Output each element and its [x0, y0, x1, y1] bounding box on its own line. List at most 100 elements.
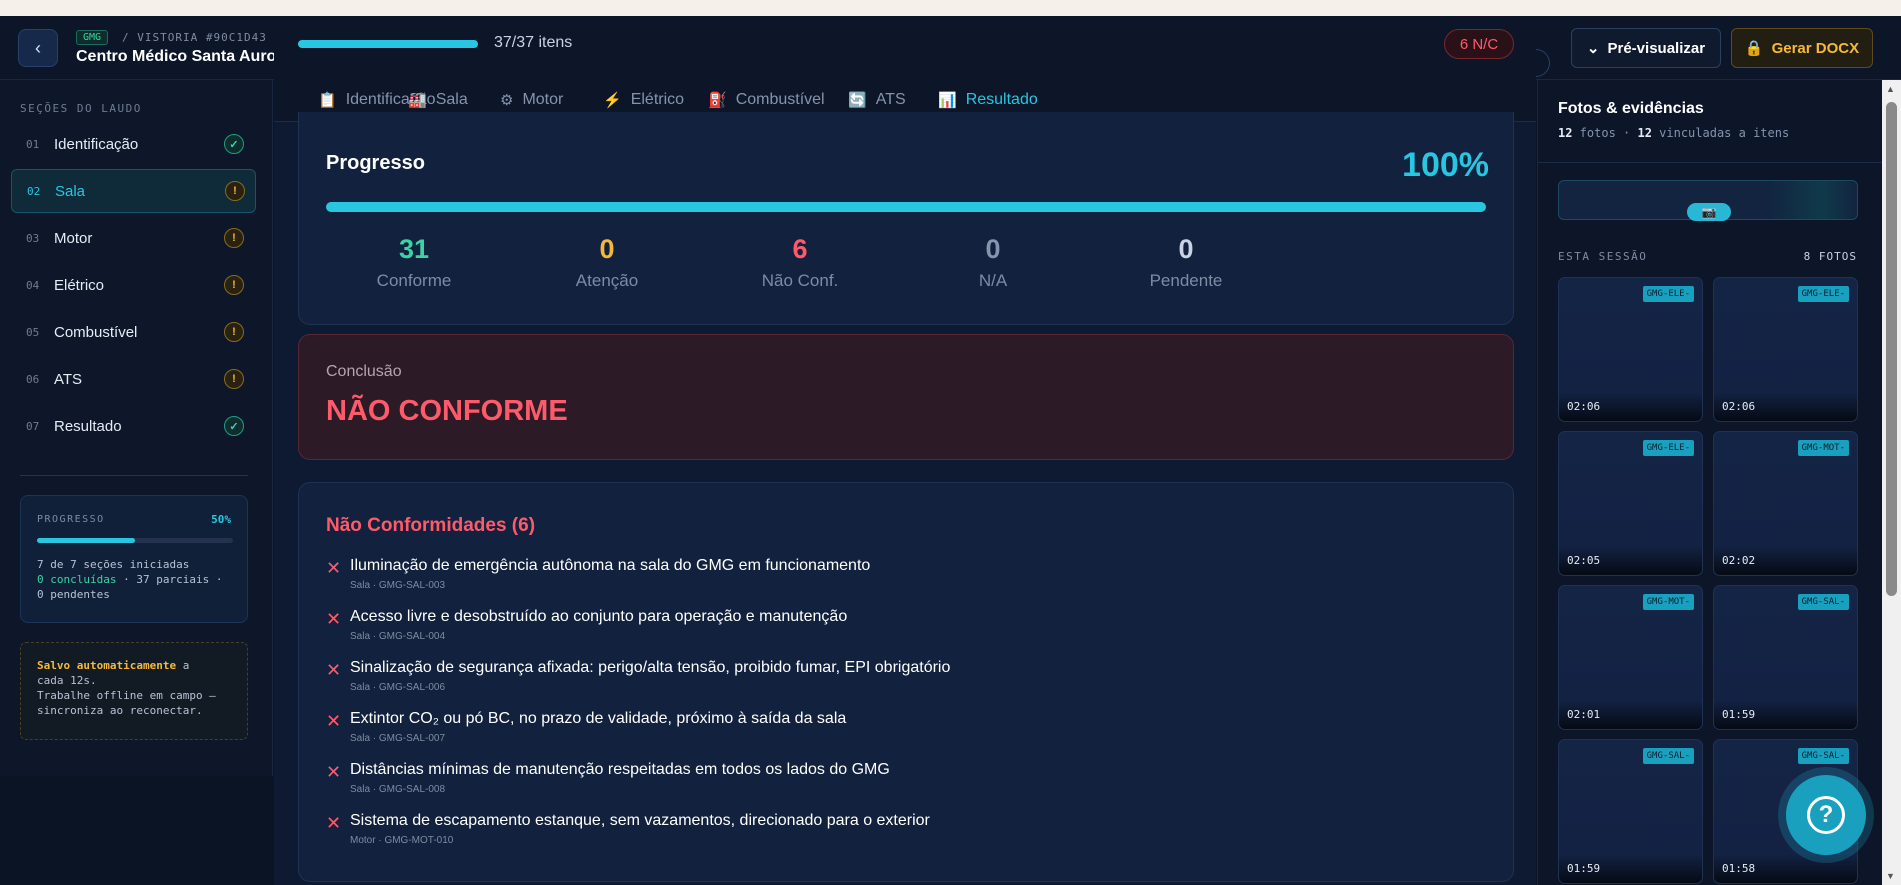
- sidebar-item-resultado[interactable]: 07 Resultado ✓: [11, 404, 256, 448]
- sidebar-item-eletrico[interactable]: 04 Elétrico!: [11, 263, 256, 307]
- tab-label: Motor: [522, 91, 564, 108]
- sidebar-item-identificacao[interactable]: 01 Identificação ✓: [11, 122, 256, 166]
- help-button[interactable]: ?: [1786, 775, 1866, 855]
- tab-icon: 🏭: [408, 92, 427, 109]
- items-progress-text: 37/37 itens: [494, 34, 573, 51]
- preview-button[interactable]: ⌄ Pré-visualizar: [1571, 28, 1721, 68]
- back-button[interactable]: ‹: [18, 29, 58, 67]
- stat-value: 31: [398, 234, 430, 264]
- photo-thumbnail[interactable]: GMG-MOT- 02:01: [1558, 585, 1703, 730]
- progress-card: PROGRESSO 50% 7 de 7 seções iniciadas 0 …: [20, 495, 248, 623]
- nonconformity-text: Iluminação de emergência autônoma na sal…: [350, 557, 871, 574]
- sidebar-item-number: 01: [26, 137, 40, 151]
- photo-thumbnail[interactable]: GMG-ELE- 02:06: [1713, 277, 1858, 422]
- generate-docx-button[interactable]: 🔒 Gerar DOCX: [1731, 28, 1873, 68]
- sidebar-item-number: 03: [26, 231, 40, 245]
- photo-tag: GMG-ELE-: [1642, 286, 1694, 302]
- tab-label: Resultado: [965, 91, 1038, 108]
- stat-value: 6: [792, 234, 808, 264]
- sidebar-item-combustivel[interactable]: 05 Combustível!: [11, 310, 256, 354]
- nonconformity-text: Sinalização de segurança afixada: perigo…: [350, 659, 951, 676]
- progress-bar-fill: [37, 538, 135, 543]
- result-panel: 37/37 itens 6 N/C 📋 Identificação 🏭 Sala ⚙ Mo…: [274, 16, 1536, 885]
- autosave-card: Salvo automaticamente a cada 12s. Trabal…: [20, 642, 248, 740]
- autosave-rest: a: [176, 659, 190, 672]
- nonconformity-item[interactable]: ✕ Acesso livre e desobstruído ao conjunto…: [326, 608, 1486, 652]
- sidebar-item-label: Identificação: [54, 135, 139, 153]
- sidebar-item-label: Resultado: [54, 417, 122, 435]
- photo-tag: GMG-ELE-: [1642, 440, 1694, 456]
- scroll-down-icon[interactable]: ▼: [1886, 871, 1895, 881]
- progress-sections-started: 7 de 7 seções iniciadas: [37, 558, 190, 571]
- nonconformity-ref: Sala · GMG-SAL-003: [350, 580, 446, 591]
- progress-pending: 0 pendentes: [37, 588, 110, 601]
- photo-thumbnail[interactable]: GMG-SAL- 01:59: [1558, 739, 1703, 884]
- nonconformity-item[interactable]: ✕ Iluminação de emergência autônoma na sa…: [326, 557, 1486, 601]
- add-photo-button[interactable]: 📷: [1558, 180, 1858, 221]
- divider: [20, 475, 248, 476]
- autosave-strong: Salvo automaticamente: [37, 659, 177, 672]
- nonconformity-item[interactable]: ✕ Sinalização de segurança afixada: perig…: [326, 659, 1486, 703]
- progress-summary-card: Progresso 100% 31 Conforme 0 Atenção 6 Não Co…: [298, 112, 1514, 325]
- nonconformity-text: Distâncias mínimas de manutenção respeit…: [350, 761, 890, 778]
- stat-label: Atenção: [575, 271, 639, 290]
- tab-label: Combustível: [735, 91, 825, 108]
- progress-percent: 100%: [1402, 146, 1489, 184]
- close-icon: ✕: [326, 558, 342, 578]
- photo-tag: GMG-ELE-: [1797, 286, 1849, 302]
- photo-thumbnail[interactable]: GMG-ELE- 02:05: [1558, 431, 1703, 576]
- stat-label: Conforme: [376, 271, 452, 290]
- nonconformity-item[interactable]: ✕ Sistema de escapamento estanque, sem va…: [326, 812, 1486, 856]
- camera-icon[interactable]: 📷: [1687, 203, 1731, 221]
- photo-time: 02:06: [1722, 400, 1756, 413]
- tab-label: ATS: [875, 91, 906, 108]
- chevron-down-icon: ⌄: [1586, 40, 1600, 57]
- conclusion-label: Conclusão: [326, 363, 402, 380]
- autosave-line-2: cada 12s.: [37, 674, 97, 687]
- scroll-up-icon[interactable]: ▲: [1886, 84, 1895, 94]
- sidebar-item-label: Elétrico: [54, 276, 105, 294]
- stat-0: 31 Conforme: [314, 234, 514, 291]
- autosave-line-1: Salvo automaticamente a: [37, 659, 189, 672]
- photo-tag: GMG-SAL-: [1642, 748, 1694, 764]
- nc-count-badge[interactable]: 6 N/C: [1444, 29, 1514, 59]
- nonconformity-item[interactable]: ✕ Distâncias mínimas de manutenção respei…: [326, 761, 1486, 805]
- stat-3: 0 N/A: [893, 234, 1093, 291]
- nonconformity-item[interactable]: ✕ Extintor CO₂ ou pó BC, no prazo de vali…: [326, 710, 1486, 754]
- close-icon: ✕: [326, 813, 342, 833]
- sidebar-item-sala[interactable]: 02 Sala!: [11, 169, 256, 213]
- close-icon: ✕: [326, 660, 342, 680]
- photo-time: 01:59: [1567, 862, 1601, 875]
- divider: [1538, 162, 1883, 163]
- docx-label: Gerar DOCX: [1771, 39, 1860, 57]
- sidebar-item-motor[interactable]: 03 Motor!: [11, 216, 256, 260]
- photo-count-label: fotos ·: [1572, 126, 1638, 140]
- progress-card-percent: 50%: [211, 513, 231, 526]
- autosave-line-4: sincroniza ao reconectar.: [37, 704, 203, 717]
- linked-count: 12: [1637, 126, 1652, 140]
- sidebar-item-number: 06: [26, 372, 40, 386]
- sidebar-item-ats[interactable]: 06 ATS!: [11, 357, 256, 401]
- warning-icon: !: [225, 181, 245, 201]
- photo-thumbnail[interactable]: GMG-MOT- 02:02: [1713, 431, 1858, 576]
- tab-icon: 📊: [938, 92, 957, 109]
- scrollbar[interactable]: ▲ ▼: [1882, 80, 1901, 885]
- photo-thumbnail[interactable]: GMG-ELE- 02:06: [1558, 277, 1703, 422]
- check-icon: ✓: [224, 134, 244, 154]
- tab-label: Elétrico: [630, 91, 685, 108]
- photo-thumbnail[interactable]: GMG-SAL- 01:59: [1713, 585, 1858, 730]
- photo-tag: GMG-SAL-: [1797, 594, 1849, 610]
- tab-icon: 🔄: [848, 92, 867, 109]
- sidebar-item-label: Motor: [54, 229, 93, 247]
- browser-strip: [0, 0, 1901, 16]
- photo-tag: GMG-MOT-: [1642, 594, 1694, 610]
- stat-value: 0: [1178, 234, 1194, 264]
- photo-time: 01:58: [1722, 862, 1756, 875]
- photos-title: Fotos & evidências: [1558, 100, 1704, 117]
- sidebar-item-label: Sala: [55, 182, 86, 200]
- photo-count: 12: [1558, 126, 1573, 140]
- scrollbar-thumb[interactable]: [1886, 102, 1897, 596]
- tab-icon: ⚙: [500, 92, 514, 109]
- sidebar-item-label: ATS: [54, 370, 83, 388]
- nonconformity-ref: Sala · GMG-SAL-004: [350, 631, 446, 642]
